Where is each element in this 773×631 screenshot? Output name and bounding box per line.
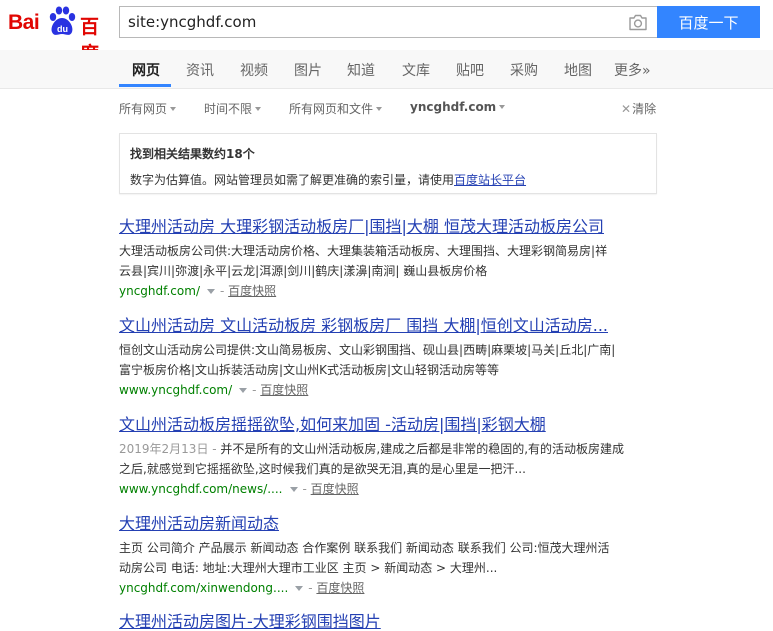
index-note-text: 数字为估算值。网站管理员如需了解更准确的索引量，请使用: [130, 173, 455, 187]
filter-site[interactable]: yncghdf.com: [410, 100, 506, 114]
result-title-link[interactable]: 大理州活动房 大理彩钢活动板房厂|围挡|大棚 恒茂大理活动板房公司: [119, 217, 664, 236]
cache-link[interactable]: 百度快照: [260, 383, 308, 397]
search-result: 大理州活动房新闻动态 主页 公司简介 产品展示 新闻动态 合作案例 联系我们 新…: [119, 514, 664, 598]
cache-link[interactable]: 百度快照: [311, 482, 359, 496]
tab-video[interactable]: 视频: [240, 60, 268, 80]
search-result: 大理州活动房 大理彩钢活动板房厂|围挡|大棚 恒茂大理活动板房公司 大理活动板房…: [119, 217, 664, 301]
tab-bar: 网页 资讯 视频 图片 知道 文库 贴吧 采购 地图 更多»: [0, 50, 773, 89]
caret-down-icon[interactable]: [239, 388, 248, 393]
search-result: 大理州活动房图片-大理彩钢围挡图片: [119, 612, 664, 631]
tab-purchase[interactable]: 采购: [510, 60, 538, 80]
result-url-line: yncghdf.com/ - 百度快照: [119, 281, 664, 301]
snippet-line: 云县|宾川|弥渡|永平|云龙|洱源|剑川|鹤庆|漾濞|南涧| 巍山县板房价格: [119, 264, 488, 278]
snippet-line: 大理活动板房公司供:大理活动房价格、大理集装箱活动板房、大理围挡、大理彩钢简易房…: [119, 244, 608, 258]
caret-down-icon: [376, 107, 383, 111]
result-title-link[interactable]: 大理州活动房新闻动态: [119, 514, 664, 533]
clear-filters-label: 清除: [632, 102, 657, 116]
header: Bai du 百度 百度一下: [0, 0, 773, 65]
separator: -: [302, 482, 311, 496]
camera-icon[interactable]: [628, 14, 648, 31]
result-title-link[interactable]: 文山州活动板房摇摇欲坠,如何来加固 -活动房|围挡|彩钢大棚: [119, 415, 664, 434]
clear-x-icon: ✕: [621, 102, 632, 116]
filter-time-label: 时间不限: [204, 102, 253, 116]
caret-down-icon: [170, 107, 177, 111]
result-snippet: 2019年2月13日 - 并不是所有的文山州活动板房,建成之后都是非常的稳固的,…: [119, 439, 659, 479]
snippet-line: 2019年2月13日 - 并不是所有的文山州活动板房,建成之后都是非常的稳固的,…: [119, 439, 659, 459]
search-input[interactable]: [120, 7, 628, 37]
result-url: yncghdf.com/xinwendong....: [119, 581, 289, 595]
tab-web[interactable]: 网页: [132, 60, 160, 80]
result-count-box: 找到相关结果数约18个 数字为估算值。网站管理员如需了解更准确的索引量，请使用百…: [119, 133, 657, 194]
tab-map[interactable]: 地图: [564, 60, 592, 80]
caret-down-icon: [499, 105, 506, 109]
filter-pages-label: 所有网页: [119, 102, 168, 116]
snippet-line: 主页 公司简介 产品展示 新闻动态 合作案例 联系我们 新闻动态 联系我们 公司…: [119, 541, 610, 555]
result-url: yncghdf.com/: [119, 284, 200, 298]
logo-text-left: Bai: [8, 11, 40, 34]
snippet-line: 动房公司 电话: 地址:大理州大理市工业区 主页 > 新闻动态 > 大理州...: [119, 561, 498, 575]
snippet-line: 富宁板房价格|文山拆装活动房|文山州K式活动板房|文山轻钢活动房等等: [119, 363, 500, 377]
tab-tieba[interactable]: 贴吧: [456, 60, 484, 80]
search-result: 文山州活动房 文山活动板房 彩钢板房厂 围挡 大棚|恒创文山活动房... 恒创文…: [119, 316, 664, 400]
caret-down-icon: [255, 107, 262, 111]
result-snippet: 恒创文山活动房公司提供:文山简易板房、文山彩钢围挡、砚山县|西畴|麻栗坡|马关|…: [119, 340, 659, 380]
result-url-line: yncghdf.com/xinwendong.... - 百度快照: [119, 578, 664, 598]
result-snippet: 主页 公司简介 产品展示 新闻动态 合作案例 联系我们 新闻动态 联系我们 公司…: [119, 538, 659, 578]
tab-images[interactable]: 图片: [294, 60, 322, 80]
result-date: 2019年2月13日 -: [119, 442, 221, 456]
snippet-line: 之后,就感觉到它摇摇欲坠,这时候我们真的是欲哭无泪,真的是心里是一把汗...: [119, 462, 526, 476]
search-box: [119, 6, 657, 38]
search-tools: 所有网页 时间不限 所有网页和文件 yncghdf.com ✕清除: [0, 100, 773, 120]
baidu-logo[interactable]: Bai du 百度: [8, 4, 112, 65]
caret-down-icon[interactable]: [206, 289, 215, 294]
tab-zhidao[interactable]: 知道: [347, 60, 375, 80]
result-title-link[interactable]: 大理州活动房图片-大理彩钢围挡图片: [119, 612, 664, 631]
snippet-line: 恒创文山活动房公司提供:文山简易板房、文山彩钢围挡、砚山县|西畴|麻栗坡|马关|…: [119, 343, 616, 357]
separator: -: [219, 284, 229, 298]
filter-pages[interactable]: 所有网页: [119, 100, 177, 117]
search-button[interactable]: 百度一下: [657, 6, 760, 38]
tab-news[interactable]: 资讯: [186, 60, 214, 80]
filter-filetype[interactable]: 所有网页和文件: [289, 100, 383, 117]
caret-down-icon[interactable]: [295, 586, 304, 591]
result-title-link[interactable]: 文山州活动房 文山活动板房 彩钢板房厂 围挡 大棚|恒创文山活动房...: [119, 316, 664, 335]
tab-more[interactable]: 更多»: [614, 60, 651, 80]
result-snippet: 大理活动板房公司供:大理活动房价格、大理集装箱活动板房、大理围挡、大理彩钢简易房…: [119, 241, 659, 281]
cache-link[interactable]: 百度快照: [316, 581, 364, 595]
result-url-line: www.yncghdf.com/news/.... - 百度快照: [119, 479, 664, 499]
snippet-text: 并不是所有的文山州活动板房,建成之后都是非常的稳固的,有的活动板房建成: [220, 442, 625, 456]
filter-filetype-label: 所有网页和文件: [289, 102, 374, 116]
result-url: www.yncghdf.com/: [119, 383, 233, 397]
baidu-paw-icon: du: [49, 6, 76, 35]
tab-wenku[interactable]: 文库: [402, 60, 430, 80]
active-tab-indicator: [119, 84, 171, 87]
result-url: www.yncghdf.com/news/....: [119, 482, 283, 496]
webmaster-platform-link[interactable]: 百度站长平台: [454, 173, 526, 187]
clear-filters-button[interactable]: ✕清除: [621, 100, 656, 117]
svg-text:du: du: [57, 24, 68, 34]
result-url-line: www.yncghdf.com/- 百度快照: [119, 380, 664, 400]
result-count: 找到相关结果数约18个: [130, 147, 255, 161]
search-result: 文山州活动板房摇摇欲坠,如何来加固 -活动房|围挡|彩钢大棚 2019年2月13…: [119, 415, 664, 499]
index-note: 数字为估算值。网站管理员如需了解更准确的索引量，请使用百度站长平台: [130, 171, 526, 188]
filter-site-label: yncghdf.com: [410, 100, 497, 114]
caret-down-icon[interactable]: [289, 487, 298, 492]
cache-link[interactable]: 百度快照: [228, 284, 276, 298]
filter-time[interactable]: 时间不限: [204, 100, 262, 117]
